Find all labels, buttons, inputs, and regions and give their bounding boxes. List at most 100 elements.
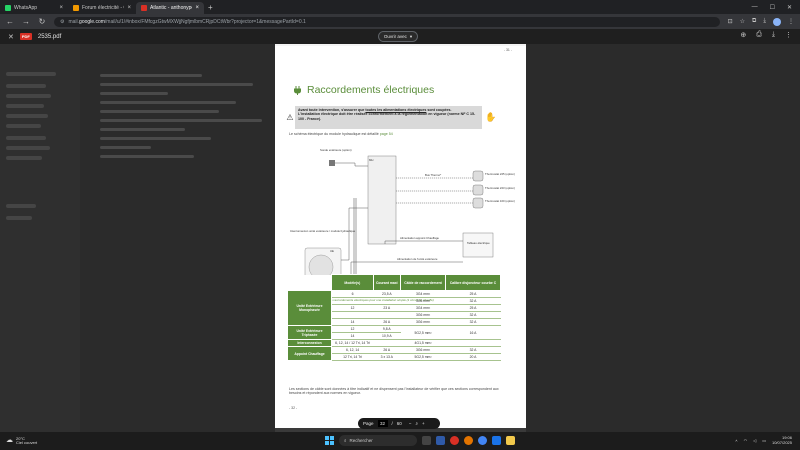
- tab-whatsapp[interactable]: WhatsApp ×: [0, 2, 68, 14]
- page-link[interactable]: page 54: [380, 132, 393, 136]
- print-icon[interactable]: ⎙: [756, 31, 762, 39]
- label-alim-appoint: Alimentation appoint Chauffage: [400, 236, 439, 240]
- schema-reference: Le schéma électrique du module hydrauliq…: [289, 132, 393, 136]
- minimize-icon[interactable]: —: [752, 4, 758, 11]
- pdf-actions: ⊕ ⎙ ⤓ ⋮: [740, 31, 792, 39]
- menu-icon[interactable]: ⋮: [788, 18, 794, 26]
- close-icon[interactable]: ×: [195, 5, 199, 11]
- page-number-top: - 31 -: [503, 48, 512, 52]
- task-view-icon[interactable]: [422, 436, 431, 445]
- label-ue: UE: [330, 249, 334, 253]
- back-icon[interactable]: ←: [6, 17, 14, 26]
- chevron-down-icon: ▾: [409, 33, 413, 39]
- windows-start-icon[interactable]: [325, 436, 334, 445]
- clock[interactable]: 19:06 10/07/2025: [772, 435, 792, 445]
- table-row: Appoint Chauffage 6, 12, 14 26 A 3G6 mm² 32…: [287, 346, 501, 361]
- warning-text: Avant toute intervention, s'assurer que …: [295, 106, 482, 129]
- tab-forum[interactable]: Forum électricité - Conseils ... ×: [68, 2, 136, 14]
- window-controls: — ☐ ✕: [752, 4, 800, 11]
- download-icon[interactable]: ⤓: [772, 31, 775, 39]
- store-icon[interactable]: [492, 436, 501, 445]
- label-thermostat-223: Thermostat 223 (option): [485, 186, 515, 190]
- address-bar[interactable]: ⚙ mail.google.com/mail/u/1/#inbox/FMfcgz…: [54, 16, 720, 27]
- zoom-in-icon[interactable]: +: [422, 421, 425, 426]
- label-interconnexion: Interconnexion unité extérieure / module…: [290, 229, 356, 233]
- plug-icon: [294, 86, 301, 95]
- page-total: 60: [396, 421, 402, 426]
- group-label: Unité Extérieure Monophasée: [287, 290, 332, 326]
- close-icon[interactable]: ×: [59, 5, 63, 11]
- taskbar: ☁ 20°C Ciel couvert ⌕ Rechercher ˄ ◠ ◁ ▭…: [0, 432, 800, 450]
- close-icon[interactable]: ✕: [8, 33, 14, 41]
- table-row: Interconnexion 6, 12, 14 / 12 Tri, 14 Tr…: [287, 339, 501, 347]
- zoom-out-icon[interactable]: −: [409, 421, 412, 426]
- cable-table: Modèle(s) Courant maxi Câble de raccorde…: [287, 274, 501, 361]
- more-icon[interactable]: ⋮: [785, 31, 792, 39]
- taskbar-apps: ⌕ Rechercher: [325, 435, 515, 446]
- open-with-button[interactable]: Ouvrir avec ▾: [378, 31, 418, 42]
- extensions-icon[interactable]: ⧉: [752, 18, 756, 26]
- title-text: Raccordements électriques: [307, 84, 435, 96]
- column-header: Courant maxi: [372, 274, 402, 291]
- table-header-row: Modèle(s) Courant maxi Câble de raccorde…: [287, 274, 501, 291]
- tab-strip: WhatsApp × Forum électricité - Conseils …: [0, 0, 800, 14]
- close-icon[interactable]: ×: [127, 5, 131, 11]
- reload-icon[interactable]: ↻: [38, 17, 46, 26]
- tab-label: Atlantic - anthonyperie12@...: [150, 5, 193, 11]
- group-label: Unité Extérieure Triphasée: [287, 325, 332, 340]
- label-bus: Bus Thermo*: [425, 173, 442, 177]
- group-label: Appoint Chauffage: [287, 346, 332, 361]
- wifi-icon[interactable]: ◠: [744, 438, 748, 443]
- system-tray: ˄ ◠ ◁ ▭ 19:06 10/07/2025: [735, 435, 792, 445]
- close-window-icon[interactable]: ✕: [787, 4, 792, 11]
- chrome-icon[interactable]: [478, 436, 487, 445]
- new-tab-button[interactable]: +: [208, 3, 213, 12]
- avatar[interactable]: [773, 17, 781, 26]
- page-input[interactable]: 32: [377, 420, 388, 427]
- label-sonde: Sonde extérieure (option): [320, 148, 352, 152]
- file-explorer-icon[interactable]: [506, 436, 515, 445]
- edge-icon[interactable]: [450, 436, 459, 445]
- maximize-icon[interactable]: ☐: [770, 4, 775, 11]
- add-people-icon[interactable]: ⊕: [740, 31, 746, 39]
- pdf-page: - 31 - Raccordements électriques ⚠ Avant…: [275, 46, 526, 434]
- search-icon: ⌕: [344, 438, 347, 443]
- search-label: Rechercher: [349, 438, 373, 443]
- widgets-icon[interactable]: [436, 436, 445, 445]
- whatsapp-icon: [5, 5, 11, 11]
- volume-icon[interactable]: ◁: [753, 438, 756, 443]
- label-tableau: Tableau électrique: [467, 241, 490, 245]
- taskbar-search[interactable]: ⌕ Rechercher: [339, 435, 417, 446]
- label-thermostat-225: Thermostat 225 (option): [485, 172, 515, 176]
- weather-widget[interactable]: ☁ 20°C Ciel couvert: [0, 436, 38, 446]
- star-icon[interactable]: ☆: [740, 18, 745, 26]
- download-icon[interactable]: ⤓: [763, 18, 766, 26]
- label-mh: MH: [369, 158, 373, 162]
- page-label: Page: [363, 421, 374, 426]
- column-header: Câble de raccordement: [400, 274, 447, 291]
- install-icon[interactable]: ⊡: [728, 18, 733, 26]
- column-header: Calibre disjoncteur courbe C: [445, 274, 501, 291]
- firefox-icon[interactable]: [464, 436, 473, 445]
- outdoor-sensor: [329, 160, 335, 166]
- hand-stop-icon: ✋: [482, 106, 500, 129]
- tab-atlantic[interactable]: Atlantic - anthonyperie12@... ×: [136, 2, 204, 14]
- weather-text: Ciel couvert: [16, 440, 38, 445]
- site-info-icon[interactable]: ⚙: [60, 19, 64, 25]
- forum-icon: [73, 5, 79, 11]
- cloud-icon: ☁: [6, 436, 13, 444]
- tab-label: Forum électricité - Conseils ...: [82, 5, 124, 11]
- footnote: Les sections de câble sont données à tit…: [289, 387, 499, 396]
- forward-icon[interactable]: →: [22, 17, 30, 26]
- warning-icon: ⚠: [286, 113, 294, 122]
- pdf-file-name: 2535.pdf: [37, 33, 62, 40]
- zoom-icon: ⌕: [415, 421, 418, 426]
- table-row: Unité Extérieure Triphasée 12 9,8 A 5G2,5 …: [287, 325, 501, 340]
- browser-toolbar: ← → ↻ ⚙ mail.google.com/mail/u/1/#inbox/…: [0, 14, 800, 29]
- chevron-up-icon[interactable]: ˄: [735, 438, 737, 443]
- page-separator-label: /: [391, 421, 393, 426]
- tab-label: WhatsApp: [14, 5, 38, 11]
- battery-icon[interactable]: ▭: [762, 438, 766, 443]
- gmail-icon: [141, 5, 147, 11]
- column-header: Modèle(s): [331, 274, 374, 291]
